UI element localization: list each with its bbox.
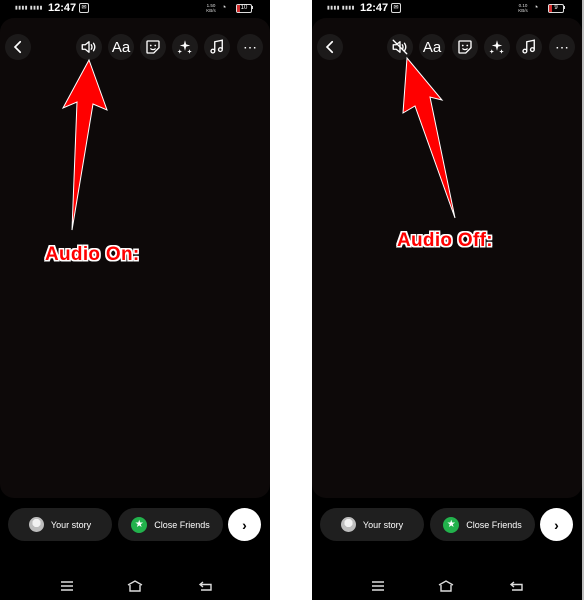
- annotation-label: Audio Off:: [397, 230, 493, 251]
- back-nav-button[interactable]: [508, 578, 526, 594]
- your-story-button[interactable]: Your story: [8, 508, 112, 541]
- return-icon: [198, 581, 212, 591]
- close-friends-button[interactable]: ★ Close Friends: [118, 508, 223, 541]
- menu-icon: [61, 581, 73, 591]
- menu-icon: [372, 581, 384, 591]
- next-button[interactable]: ›: [228, 508, 261, 541]
- star-icon: ★: [131, 516, 148, 533]
- return-icon: [509, 581, 523, 591]
- your-story-label: Your story: [362, 519, 404, 530]
- home-button[interactable]: [126, 578, 144, 594]
- home-button[interactable]: [437, 578, 455, 594]
- your-story-button[interactable]: Your story: [320, 508, 424, 541]
- close-friends-label: Close Friends: [154, 519, 210, 530]
- navigation-bar: [312, 574, 582, 598]
- your-story-label: Your story: [50, 519, 92, 530]
- navigation-bar: [0, 574, 270, 598]
- back-nav-button[interactable]: [197, 578, 215, 594]
- close-friends-button[interactable]: ★ Close Friends: [430, 508, 535, 541]
- phone-screen-audio-on: ▮▮▮▮ ▮▮▮▮ 12:47 ✉ 1.50 KB/s ◔ 10 Aa ⋯ Au…: [0, 0, 270, 600]
- annotation-label: Audio On:: [45, 244, 140, 265]
- star-icon: ★: [443, 516, 460, 533]
- recents-button[interactable]: [58, 578, 76, 594]
- phone-screen-audio-off: ▮▮▮▮ ▮▮▮▮ 12:47 ✉ 0.10 KB/s ◔ 9 Aa ⋯ Aud…: [312, 0, 584, 600]
- recents-button[interactable]: [369, 578, 387, 594]
- close-friends-label: Close Friends: [466, 519, 522, 530]
- avatar: [28, 517, 44, 532]
- annotation-arrow: [402, 56, 456, 219]
- next-button[interactable]: ›: [540, 508, 573, 541]
- avatar: [340, 517, 356, 532]
- home-icon: [438, 580, 454, 592]
- home-icon: [127, 580, 143, 592]
